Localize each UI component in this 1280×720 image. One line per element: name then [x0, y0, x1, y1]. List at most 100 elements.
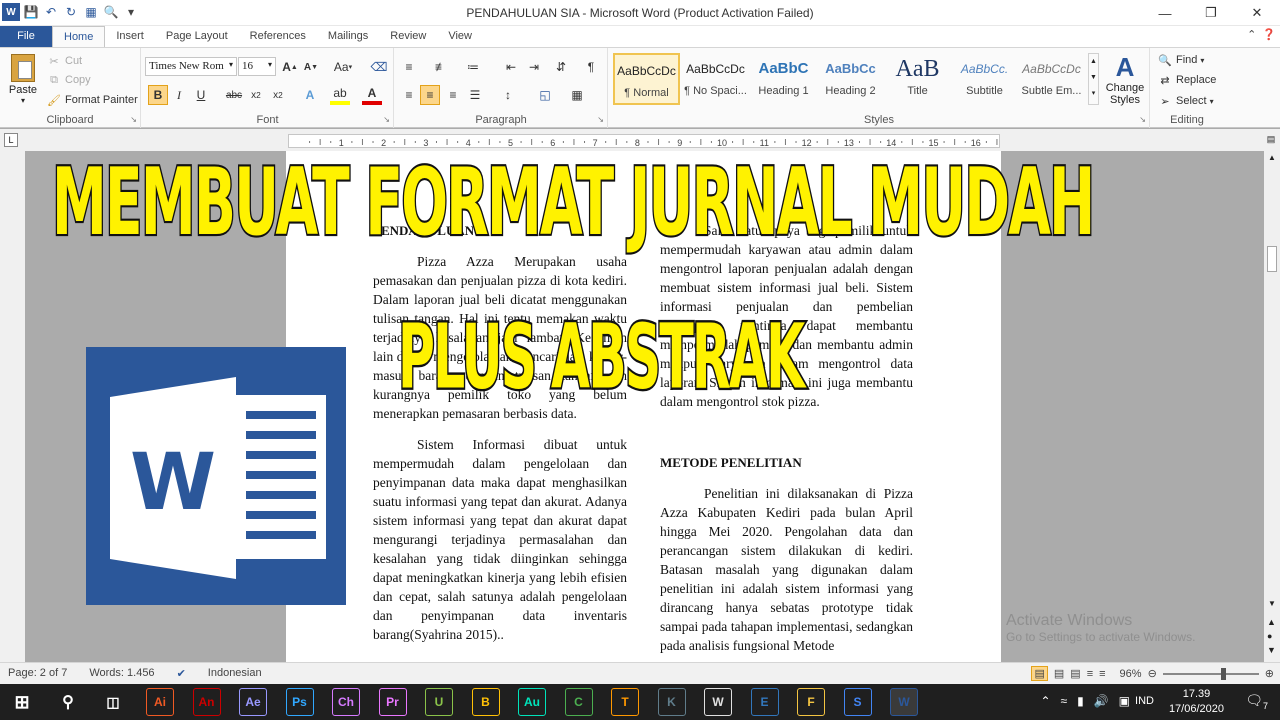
numbering-icon[interactable]: ≢ [431, 57, 451, 77]
align-right-icon[interactable]: ≡ [443, 85, 463, 105]
proofing-icon[interactable]: ✔ [177, 667, 186, 680]
tab-selector-button[interactable]: L [4, 133, 18, 147]
close-button[interactable]: ✕ [1234, 0, 1280, 26]
format-painter-button[interactable]: 🖌 Format Painter [46, 91, 138, 109]
select-button[interactable]: ➢ Select ▾ [1157, 92, 1213, 110]
taskbar-app-icon[interactable]: T [611, 688, 639, 716]
taskbar-app-icon[interactable]: E [750, 688, 779, 716]
show-formatting-icon[interactable]: ¶ [581, 57, 601, 77]
taskbar-app-icon[interactable]: K [657, 688, 686, 716]
font-size-combo[interactable]: 16 ▾ [238, 57, 276, 76]
tab-page-layout[interactable]: Page Layout [155, 26, 239, 47]
horizontal-ruler[interactable]: 1 2 3 4 5 6 7 8 9 10 11 12 13 14 15 16 [288, 134, 1000, 148]
justify-icon[interactable]: ☰ [465, 85, 485, 105]
align-left-icon[interactable]: ≡ [399, 85, 419, 105]
superscript-icon[interactable]: x2 [268, 85, 288, 105]
battery-icon[interactable]: ▮ [1077, 694, 1084, 708]
minimize-button[interactable]: — [1142, 0, 1188, 26]
taskbar-app-icon[interactable]: B [471, 688, 500, 716]
scroll-thumb[interactable] [1267, 246, 1277, 272]
taskbar-app-icon[interactable]: Ch [332, 688, 360, 716]
page-count[interactable]: Page: 2 of 7 [8, 667, 67, 680]
scroll-up-icon[interactable]: ▲ [1268, 153, 1276, 162]
paragraph-launcher-icon[interactable]: ↘ [597, 115, 604, 124]
zoom-in-icon[interactable]: ⊕ [1265, 667, 1274, 680]
sort-icon[interactable]: ⇵ [551, 57, 571, 77]
italic-icon[interactable]: I [169, 85, 189, 105]
style-normal[interactable]: AaBbCcDc ¶ Normal [613, 53, 680, 105]
tab-review[interactable]: Review [379, 26, 437, 47]
underline-icon[interactable]: U [191, 85, 211, 105]
clipboard-launcher-icon[interactable]: ↘ [130, 115, 137, 124]
vertical-scrollbar[interactable]: ▲ ▼ ▲ ● ▼ [1264, 151, 1280, 662]
full-screen-reading-icon[interactable]: ▤ [1054, 667, 1064, 680]
taskbar-app-icon[interactable]: Ps [285, 688, 314, 716]
style-title[interactable]: AaB Title [884, 53, 951, 105]
language[interactable]: Indonesian [208, 667, 262, 680]
input-language[interactable]: IND [1135, 695, 1154, 707]
shading-icon[interactable]: ◱ [535, 85, 555, 105]
styles-gallery-scroll[interactable]: ▲ ▼ ▾ [1088, 53, 1099, 105]
web-layout-icon[interactable]: ▤ [1070, 667, 1080, 680]
replace-button[interactable]: ⇄ Replace [1157, 71, 1216, 89]
style-heading-2[interactable]: AaBbCc Heading 2 [817, 53, 884, 105]
strikethrough-icon[interactable]: abc [224, 85, 244, 105]
cut-button[interactable]: ✂ Cut [46, 52, 82, 70]
style-subtitle[interactable]: AaBbCc. Subtitle [951, 53, 1018, 105]
grow-font-icon[interactable]: A ▲ [280, 57, 300, 77]
zoom-out-icon[interactable]: ⊖ [1148, 667, 1157, 680]
copy-button[interactable]: ⧉ Copy [46, 71, 91, 89]
taskbar-app-icon[interactable]: An [192, 688, 221, 716]
zoom-level[interactable]: 96% [1120, 668, 1142, 680]
font-name-combo[interactable]: Times New Rom ▾ [145, 57, 237, 76]
bold-icon[interactable]: B [148, 85, 168, 105]
help-icon[interactable]: ❓ [1262, 28, 1276, 41]
paste-button[interactable]: Paste ▾ [4, 52, 42, 108]
task-view-icon[interactable]: ◫ [99, 688, 127, 716]
taskbar-app-icon[interactable]: Au [518, 688, 546, 716]
text-effects-icon[interactable]: A [300, 85, 320, 105]
borders-icon[interactable]: ▦ [567, 85, 587, 105]
wifi-icon[interactable]: ≈ [1061, 694, 1068, 708]
decrease-indent-icon[interactable]: ⇤ [501, 57, 521, 77]
taskbar-app-icon[interactable]: Ai [146, 688, 174, 716]
shrink-font-icon[interactable]: A ▼ [301, 57, 321, 77]
network-icon[interactable]: ▣ [1119, 694, 1130, 708]
font-color-icon[interactable]: A [362, 85, 382, 105]
taskbar-app-icon[interactable]: Ae [239, 688, 267, 716]
multilevel-list-icon[interactable]: ≔ [463, 57, 483, 77]
draft-view-icon[interactable]: ≡ [1099, 668, 1105, 680]
zoom-slider[interactable] [1162, 667, 1259, 680]
line-spacing-icon[interactable]: ↕ [498, 85, 518, 105]
clock[interactable]: 17.39 17/06/2020 [1169, 687, 1224, 717]
change-styles-button[interactable]: A Change Styles [1101, 52, 1149, 112]
align-center-icon[interactable]: ≡ [420, 85, 440, 105]
tab-references[interactable]: References [239, 26, 317, 47]
notification-icon[interactable]: 🗨7 [1245, 692, 1268, 711]
previous-page-icon[interactable]: ▲ [1267, 617, 1276, 627]
style-subtle-emphasis[interactable]: AaBbCcDc Subtle Em... [1018, 53, 1085, 105]
bullets-icon[interactable]: ≡ [399, 57, 419, 77]
scroll-down-icon[interactable]: ▼ [1268, 599, 1276, 608]
tab-view[interactable]: View [437, 26, 483, 47]
chevron-up-icon[interactable]: ⌃ [1040, 694, 1050, 708]
tab-home[interactable]: Home [52, 26, 106, 47]
clear-formatting-icon[interactable]: ⌫ [369, 57, 389, 77]
word-count[interactable]: Words: 1.456 [89, 667, 154, 680]
search-icon[interactable]: ⚲ [54, 688, 82, 716]
highlight-icon[interactable]: ab [330, 85, 350, 105]
taskbar-app-icon[interactable]: C [564, 688, 593, 716]
increase-indent-icon[interactable]: ⇥ [524, 57, 544, 77]
taskbar-app-icon[interactable]: W [704, 688, 732, 716]
taskbar-app-icon[interactable]: Pr [378, 688, 407, 716]
change-case-icon[interactable]: Aa ▾ [330, 57, 356, 77]
tab-mailings[interactable]: Mailings [317, 26, 379, 47]
styles-launcher-icon[interactable]: ↘ [1139, 115, 1146, 124]
volume-icon[interactable]: 🔊 [1094, 694, 1109, 708]
outline-view-icon[interactable]: ≡ [1087, 668, 1093, 680]
font-launcher-icon[interactable]: ↘ [383, 115, 390, 124]
print-layout-view-icon[interactable]: ▤ [1031, 666, 1048, 681]
browse-object-icon[interactable]: ● [1267, 631, 1272, 641]
tab-insert[interactable]: Insert [105, 26, 155, 47]
maximize-button[interactable]: ❐ [1188, 0, 1234, 26]
